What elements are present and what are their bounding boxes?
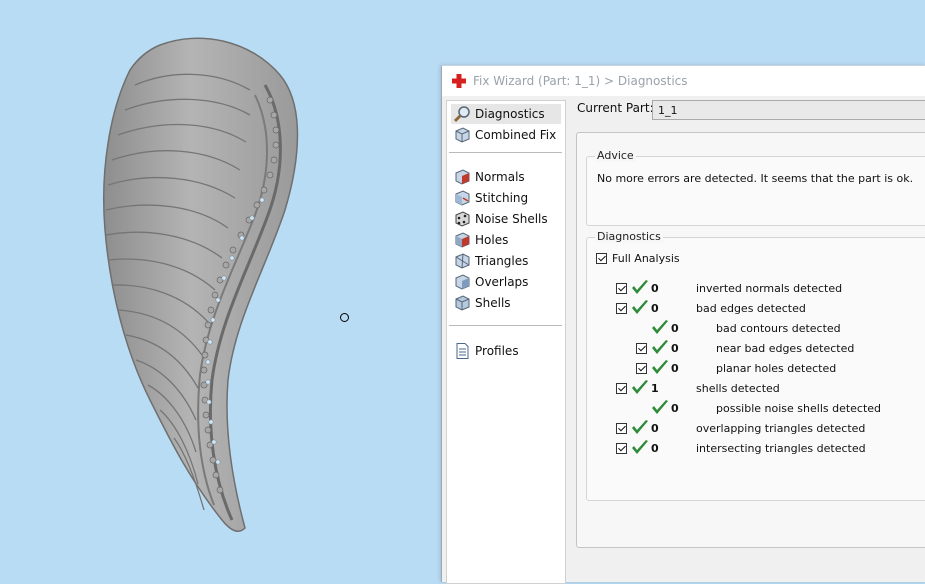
row-label: bad edges detected bbox=[696, 302, 806, 315]
nav-label: Overlaps bbox=[475, 275, 529, 289]
holes-cube-icon bbox=[455, 232, 470, 248]
row-label: near bad edges detected bbox=[716, 342, 855, 355]
nav-label: Stitching bbox=[475, 191, 529, 205]
green-check-icon bbox=[632, 300, 648, 314]
wing-model[interactable] bbox=[0, 0, 440, 581]
green-check-icon bbox=[632, 440, 648, 454]
shells-checkbox[interactable] bbox=[616, 383, 627, 394]
fix-wizard-window: Fix Wizard (Part: 1_1) > Diagnostics Dia… bbox=[441, 65, 925, 584]
nav-item-combined-fix[interactable]: Combined Fix bbox=[451, 125, 561, 145]
green-check-icon bbox=[632, 280, 648, 294]
advice-text: No more errors are detected. It seems th… bbox=[597, 172, 914, 185]
diagnostics-page: Current Part: 1_1 Advice No more errors … bbox=[570, 98, 925, 582]
planar-holes-checkbox[interactable] bbox=[636, 363, 647, 374]
row-count: 1 bbox=[651, 382, 659, 395]
intersecting-triangles-checkbox[interactable] bbox=[616, 443, 627, 454]
normals-cube-icon bbox=[455, 169, 470, 185]
row-count: 0 bbox=[671, 322, 679, 335]
nav-item-overlaps[interactable]: Overlaps bbox=[451, 272, 561, 292]
stitching-cube-icon bbox=[455, 190, 470, 206]
inverted-normals-checkbox[interactable] bbox=[616, 283, 627, 294]
nav-item-noise-shells[interactable]: Noise Shells bbox=[451, 209, 561, 229]
bad-edges-checkbox[interactable] bbox=[616, 303, 627, 314]
green-check-icon bbox=[632, 420, 648, 434]
nav-item-diagnostics[interactable]: Diagnostics bbox=[451, 104, 561, 124]
cursor-indicator bbox=[340, 313, 349, 322]
document-icon bbox=[456, 343, 469, 359]
row-count: 0 bbox=[671, 402, 679, 415]
nav-label: Combined Fix bbox=[475, 128, 557, 142]
row-count: 0 bbox=[651, 442, 659, 455]
row-count: 0 bbox=[671, 342, 679, 355]
row-count: 0 bbox=[651, 282, 659, 295]
near-bad-edges-checkbox[interactable] bbox=[636, 343, 647, 354]
row-count: 0 bbox=[671, 362, 679, 375]
nav-label: Holes bbox=[475, 233, 509, 247]
nav-separator bbox=[449, 152, 562, 153]
window-title: Fix Wizard (Part: 1_1) > Diagnostics bbox=[473, 74, 688, 88]
row-label: intersecting triangles detected bbox=[696, 442, 866, 455]
nav-label: Noise Shells bbox=[475, 212, 548, 226]
cube-icon bbox=[455, 127, 470, 143]
nav-item-profiles[interactable]: Profiles bbox=[451, 341, 561, 361]
row-count: 0 bbox=[651, 302, 659, 315]
window-titlebar[interactable]: Fix Wizard (Part: 1_1) > Diagnostics bbox=[442, 66, 925, 96]
full-analysis-label: Full Analysis bbox=[612, 252, 680, 265]
green-check-icon bbox=[652, 400, 668, 414]
magnifier-icon bbox=[453, 106, 470, 123]
row-label: planar holes detected bbox=[716, 362, 837, 375]
overlaps-cube-icon bbox=[455, 274, 470, 290]
diagnostics-title: Diagnostics bbox=[595, 230, 663, 243]
red-cross-icon bbox=[452, 74, 466, 88]
current-part-label: Current Part: bbox=[577, 101, 654, 115]
noise-shells-icon bbox=[455, 211, 470, 227]
nav-label: Shells bbox=[475, 296, 511, 310]
nav-label: Profiles bbox=[475, 344, 519, 358]
diagnostics-group: Diagnostics Full Analysis 0 inverted nor… bbox=[586, 230, 925, 501]
advice-title: Advice bbox=[595, 149, 636, 162]
triangles-cube-icon bbox=[455, 253, 470, 269]
green-check-icon bbox=[652, 360, 668, 374]
nav-separator bbox=[449, 325, 562, 326]
nav-item-stitching[interactable]: Stitching bbox=[451, 188, 561, 208]
green-check-icon bbox=[652, 320, 668, 334]
row-label: bad contours detected bbox=[716, 322, 841, 335]
nav-label: Triangles bbox=[475, 254, 529, 268]
nav-item-holes[interactable]: Holes bbox=[451, 230, 561, 250]
nav-item-triangles[interactable]: Triangles bbox=[451, 251, 561, 271]
overlapping-triangles-checkbox[interactable] bbox=[616, 423, 627, 434]
row-label: possible noise shells detected bbox=[716, 402, 882, 415]
nav-item-normals[interactable]: Normals bbox=[451, 167, 561, 187]
content-panel: Advice No more errors are detected. It s… bbox=[576, 132, 925, 548]
full-analysis-checkbox[interactable] bbox=[596, 253, 607, 264]
row-label: inverted normals detected bbox=[696, 282, 843, 295]
row-count: 0 bbox=[651, 422, 659, 435]
advice-group: Advice No more errors are detected. It s… bbox=[586, 149, 925, 226]
fix-nav-list: Diagnostics Combined Fix Normals Stitchi bbox=[446, 100, 566, 584]
row-label: shells detected bbox=[696, 382, 780, 395]
green-check-icon bbox=[632, 380, 648, 394]
row-label: overlapping triangles detected bbox=[696, 422, 866, 435]
nav-label: Diagnostics bbox=[475, 107, 545, 121]
nav-label: Normals bbox=[475, 170, 525, 184]
green-check-icon bbox=[652, 340, 668, 354]
current-part-field[interactable]: 1_1 bbox=[652, 100, 925, 120]
shells-cube-icon bbox=[455, 295, 470, 311]
nav-item-shells[interactable]: Shells bbox=[451, 293, 561, 313]
